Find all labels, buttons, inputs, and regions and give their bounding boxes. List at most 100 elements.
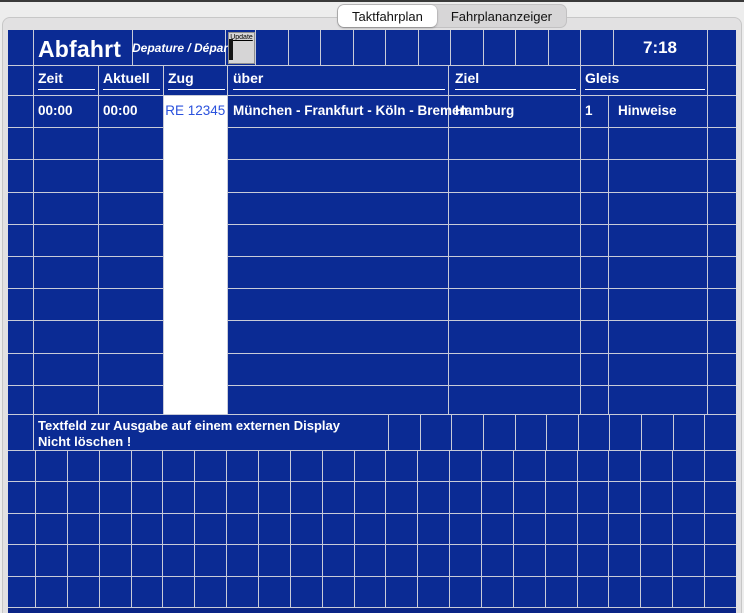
grid-line	[577, 450, 578, 607]
grid-line	[580, 95, 581, 414]
grid-line	[8, 320, 736, 321]
row-hinweise-value[interactable]: Hinweise	[618, 101, 677, 121]
grid-line	[67, 450, 68, 607]
grid-line	[448, 95, 449, 414]
grid-line	[448, 65, 449, 95]
grid-line	[8, 544, 736, 545]
tab-bar: Taktfahrplan Fahrplananzeiger	[337, 4, 567, 28]
grid-line	[322, 450, 323, 607]
grid-line	[33, 65, 34, 95]
board-title: Abfahrt	[38, 34, 121, 64]
record-square-icon	[229, 39, 233, 60]
column-header-zug: Zug	[168, 69, 225, 90]
row-gleis-value[interactable]: 1	[585, 101, 593, 121]
grid-line	[227, 65, 228, 95]
grid-line	[194, 450, 195, 607]
grid-line	[388, 414, 389, 450]
grid-line	[483, 30, 484, 65]
grid-line	[98, 65, 99, 95]
grid-line	[515, 414, 516, 450]
grid-line	[580, 30, 581, 65]
grid-line	[8, 65, 736, 66]
zug-listbox[interactable]	[164, 96, 228, 415]
grid-line	[609, 414, 610, 450]
grid-line	[163, 65, 164, 95]
grid-line	[98, 95, 99, 414]
grid-line	[33, 95, 34, 414]
column-header-gleis: Gleis	[585, 69, 705, 90]
window-top-edge	[0, 0, 744, 2]
grid-line	[451, 414, 452, 450]
grid-line	[672, 450, 673, 607]
grid-line	[8, 385, 736, 386]
update-button[interactable]: Update	[228, 32, 255, 64]
grid-line	[8, 256, 736, 257]
grid-line	[418, 30, 419, 65]
grid-line	[704, 414, 705, 450]
row-ziel-value[interactable]: Hamburg	[455, 101, 514, 121]
grid-line	[707, 30, 708, 65]
grid-line	[354, 450, 355, 607]
external-display-textfield[interactable]: Textfeld zur Ausgabe auf einem externen …	[38, 418, 340, 449]
grid-line	[131, 450, 132, 607]
grid-line	[481, 450, 482, 607]
row-ueber-value[interactable]: München - Frankfurt - Köln - Bremen	[233, 101, 468, 121]
row-zug-value[interactable]: RE 12345	[164, 101, 228, 121]
grid-line	[417, 450, 418, 607]
column-header-aktuell: Aktuell	[103, 69, 160, 90]
grid-line	[290, 450, 291, 607]
tab-taktfahrplan[interactable]: Taktfahrplan	[338, 5, 437, 27]
tab-fahrplananzeiger[interactable]: Fahrplananzeiger	[437, 5, 566, 27]
grid-line	[515, 30, 516, 65]
grid-line	[578, 414, 579, 450]
grid-line	[420, 414, 421, 450]
grid-line	[8, 288, 736, 289]
grid-line	[608, 95, 609, 414]
grid-line	[545, 450, 546, 607]
grid-line	[320, 30, 321, 65]
grid-line	[8, 95, 736, 96]
board-panel: Abfahrt Depature / Départ Update 7:18 Ze…	[8, 30, 736, 613]
row-zeit-value[interactable]: 00:00	[38, 101, 73, 121]
grid-line	[258, 450, 259, 607]
grid-line	[449, 450, 450, 607]
grid-line	[8, 414, 736, 415]
grid-line	[8, 353, 736, 354]
grid-line	[513, 450, 514, 607]
grid-line	[8, 192, 736, 193]
grid-line	[8, 607, 736, 608]
grid-line	[255, 30, 256, 65]
grid-line	[704, 450, 705, 607]
grid-line	[8, 127, 736, 128]
grid-line	[673, 414, 674, 450]
grid-line	[450, 30, 451, 65]
column-header-ziel: Ziel	[455, 69, 576, 90]
grid-line	[641, 414, 642, 450]
grid-line	[227, 95, 228, 414]
column-header-zeit: Zeit	[38, 69, 95, 90]
textfield-line2: Nicht löschen !	[38, 434, 340, 450]
grid-line	[707, 95, 708, 414]
grid-line	[8, 224, 736, 225]
grid-line	[8, 450, 736, 451]
grid-line	[385, 450, 386, 607]
grid-line	[226, 450, 227, 607]
grid-line	[580, 65, 581, 95]
grid-line	[483, 414, 484, 450]
grid-line	[99, 450, 100, 607]
column-header-ueber: über	[233, 69, 445, 90]
grid-line	[33, 414, 34, 450]
grid-line	[8, 159, 736, 160]
grid-line	[35, 450, 36, 607]
grid-line	[8, 576, 736, 577]
grid-line	[546, 414, 547, 450]
grid-line	[640, 450, 641, 607]
grid-line	[707, 65, 708, 95]
grid-line	[8, 481, 736, 482]
grid-line	[288, 30, 289, 65]
clock: 7:18	[613, 38, 707, 58]
grid-line	[353, 30, 354, 65]
grid-line	[548, 30, 549, 65]
row-aktuell-value[interactable]: 00:00	[103, 101, 138, 121]
grid-line	[385, 30, 386, 65]
